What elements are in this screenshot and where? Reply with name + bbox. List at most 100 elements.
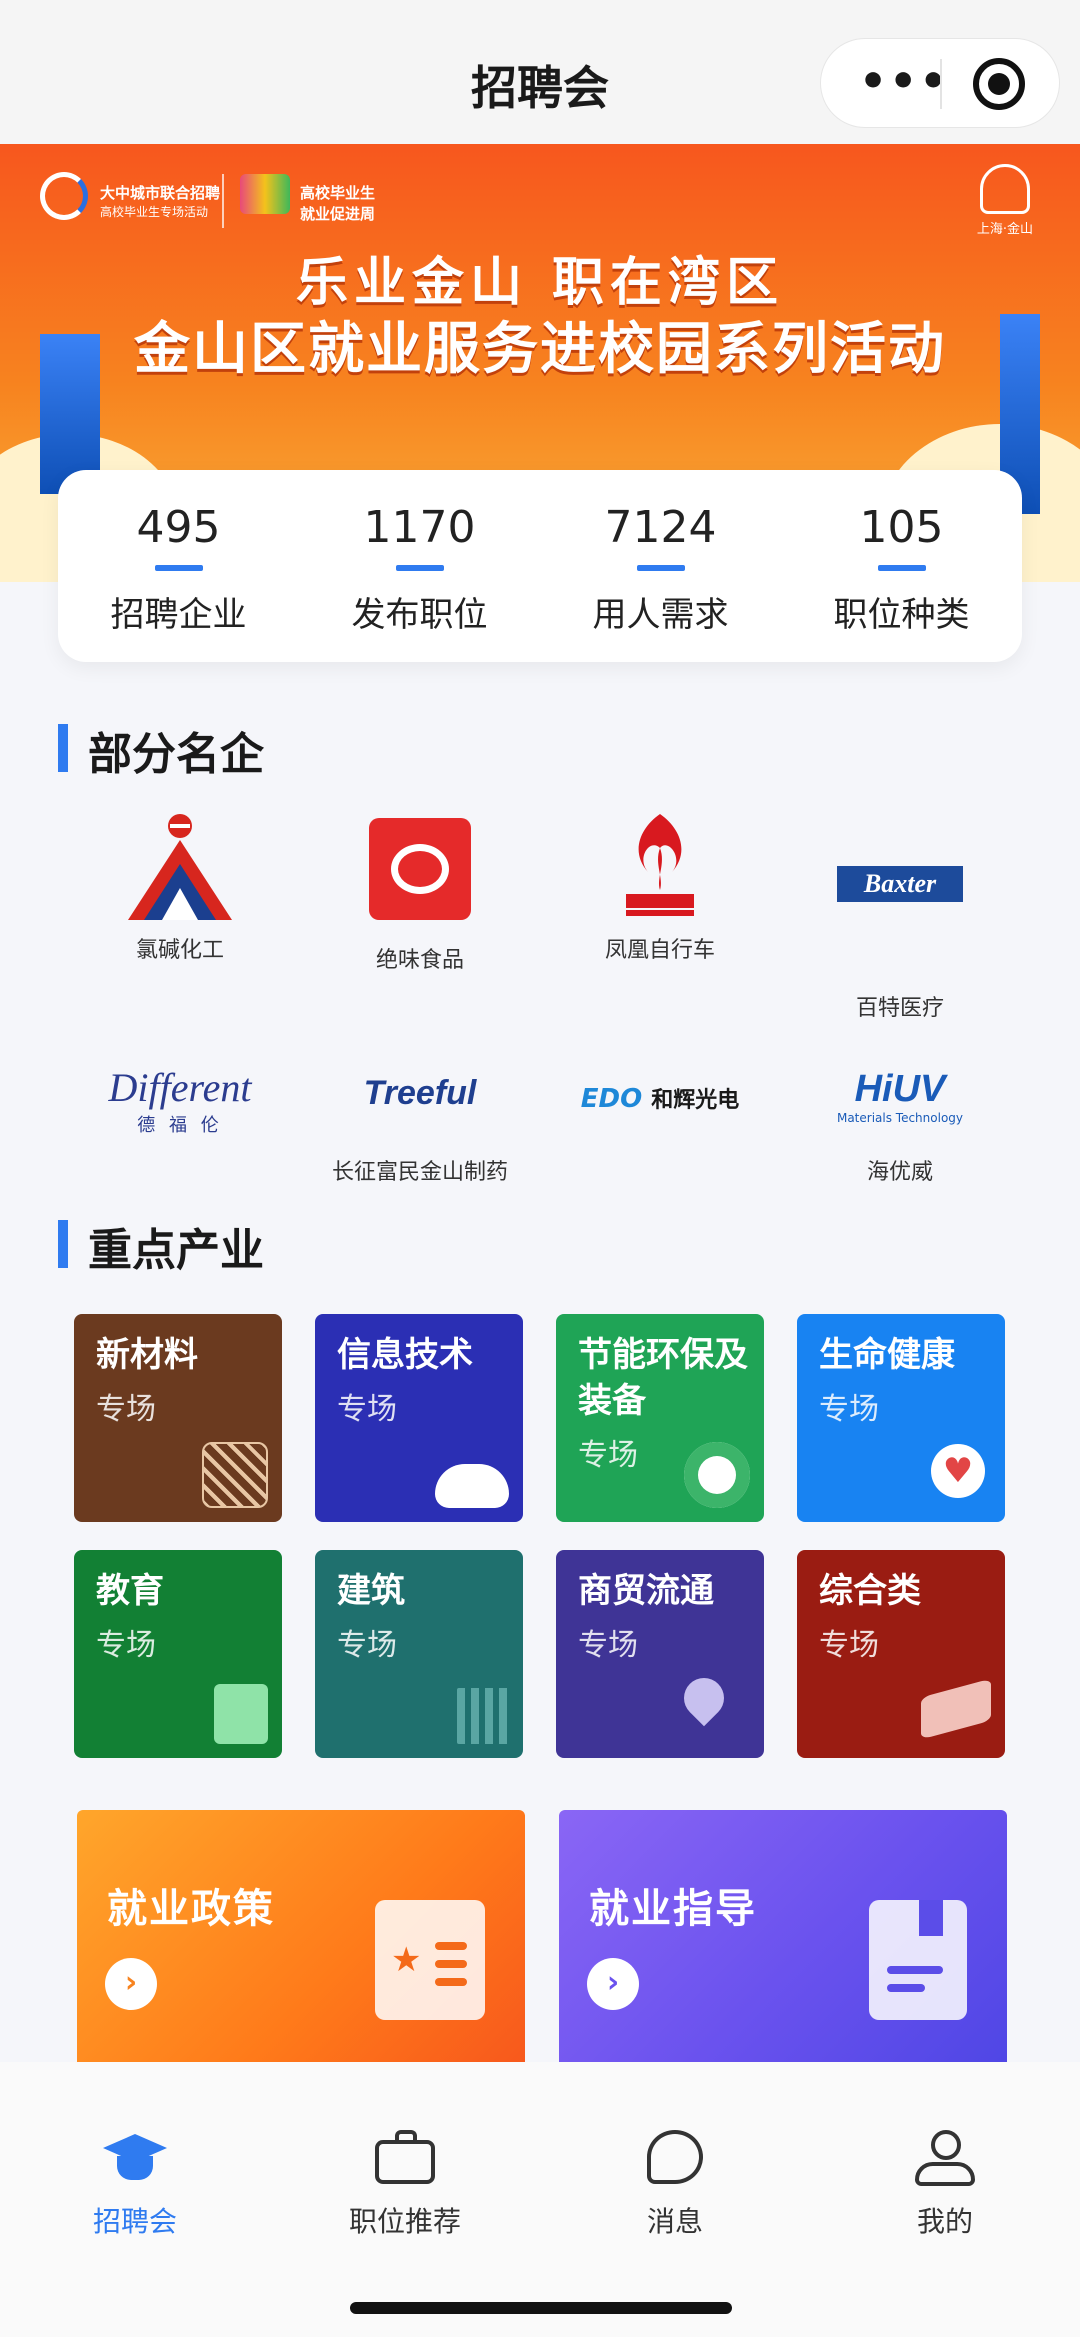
layers-icon: [921, 1678, 991, 1740]
tab-label: 我的: [916, 2205, 973, 2238]
company-item[interactable]: Treeful 长征富民金山制药: [300, 1030, 540, 1186]
industry-tile-education[interactable]: 教育 专场: [74, 1550, 282, 1758]
employment-policy-card[interactable]: 就业政策 › ★: [77, 1810, 525, 2068]
org2-subtitle: 就业促进周: [300, 205, 376, 223]
stat-positions[interactable]: 1170 发布职位: [299, 470, 540, 662]
tile-subtitle: 专场: [96, 1628, 156, 1663]
capsule-divider: [940, 59, 942, 109]
location-pin-icon: [675, 1669, 733, 1727]
tab-job-fair[interactable]: 招聘会: [0, 2130, 270, 2240]
heart-plus-icon: ♥: [931, 1444, 985, 1498]
stat-demand[interactable]: 7124 用人需求: [540, 470, 781, 662]
employment-guide-card[interactable]: 就业指导 ›: [559, 1810, 1007, 2068]
chevron-right-icon[interactable]: ›: [587, 1958, 639, 2010]
sail-icon: [980, 164, 1030, 214]
industry-tile-general[interactable]: 综合类 专场: [797, 1550, 1005, 1758]
company-name: 百特医疗: [855, 996, 944, 1021]
stat-value: 105: [859, 502, 944, 553]
tab-label: 消息: [646, 2205, 703, 2238]
industry-tile-construction[interactable]: 建筑 专场: [315, 1550, 523, 1758]
tile-title: 商贸流通: [578, 1571, 714, 1611]
baxter-wordmark: Baxter: [837, 866, 963, 902]
tile-title: 新材料: [96, 1335, 198, 1375]
edo-logo: EDO 和辉光电: [540, 1030, 780, 1154]
industry-tile-it[interactable]: 信息技术 专场: [315, 1314, 523, 1522]
juewei-logo: [300, 818, 540, 942]
tile-subtitle: 专场: [96, 1392, 156, 1427]
chlor-alkali-logo: [60, 808, 300, 932]
home-indicator[interactable]: [350, 2302, 732, 2314]
company-item[interactable]: EDO 和辉光电: [540, 1030, 780, 1154]
tab-messages[interactable]: 消息: [540, 2130, 810, 2240]
material-grid-icon: [202, 1442, 268, 1508]
edo-subtext: 和辉光电: [651, 1088, 740, 1113]
globe-leaf-icon: [684, 1442, 750, 1508]
stat-label: 职位种类: [833, 595, 970, 635]
company-name: 氯碱化工: [135, 938, 224, 963]
company-item[interactable]: Baxter 百特医疗: [780, 808, 1020, 1022]
tab-job-recommend[interactable]: 职位推荐: [270, 2130, 540, 2240]
tile-subtitle: 专场: [578, 1438, 638, 1473]
org2-title: 高校毕业生: [300, 184, 376, 202]
stat-value: 495: [136, 502, 221, 553]
card-title: 就业指导: [589, 1886, 757, 1932]
more-menu-icon[interactable]: •••: [859, 60, 949, 104]
edo-wordmark: EDO: [580, 1084, 643, 1114]
chevron-right-icon[interactable]: ›: [105, 1958, 157, 2010]
tile-title: 建筑: [337, 1571, 405, 1611]
industry-tile-life-health[interactable]: 生命健康 专场 ♥: [797, 1314, 1005, 1522]
mini-program-capsule: •••: [820, 38, 1060, 128]
hiuv-wordmark: HiUV: [854, 1068, 946, 1110]
stat-label: 招聘企业: [110, 595, 247, 635]
company-item[interactable]: 绝味食品: [300, 808, 540, 974]
tab-label: 招聘会: [92, 2205, 177, 2238]
joint-recruitment-logo: [40, 172, 88, 220]
company-name: 凤凰自行车: [604, 938, 715, 963]
stat-underline: [636, 565, 685, 571]
card-title: 就业政策: [107, 1886, 275, 1932]
company-item[interactable]: 氯碱化工: [60, 808, 300, 964]
banner-divider: [222, 174, 224, 228]
briefcase-icon: [373, 2130, 437, 2188]
company-item[interactable]: HiUV Materials Technology 海优威: [780, 1030, 1020, 1186]
tile-title: 信息技术: [337, 1335, 473, 1375]
treeful-wordmark: Treeful: [363, 1074, 477, 1112]
stat-underline: [395, 565, 444, 571]
tile-title: 教育: [96, 1571, 164, 1611]
org2-label: 高校毕业生 就业促进周: [300, 182, 375, 224]
org1-title: 大中城市联合招聘: [100, 184, 221, 202]
company-name: 长征富民金山制药: [331, 1160, 508, 1185]
tile-subtitle: 专场: [819, 1392, 879, 1427]
company-item[interactable]: Different 德 福 伦: [60, 1030, 300, 1154]
tile-subtitle: 专场: [578, 1628, 638, 1663]
org1-label: 大中城市联合招聘 高校毕业生专场活动: [100, 182, 220, 220]
stat-job-types[interactable]: 105 职位种类: [781, 470, 1022, 662]
industry-tile-new-materials[interactable]: 新材料 专场: [74, 1314, 282, 1522]
stat-companies[interactable]: 495 招聘企业: [58, 470, 299, 662]
org1-subtitle: 高校毕业生专场活动: [100, 205, 209, 219]
baxter-logo: Baxter: [780, 866, 1020, 990]
company-item[interactable]: 凤凰自行车: [540, 808, 780, 964]
bottom-tab-bar: 招聘会 职位推荐 消息 我的: [0, 2062, 1080, 2337]
different-wordmark: Different: [108, 1065, 252, 1110]
industry-tile-trade[interactable]: 商贸流通 专场: [556, 1550, 764, 1758]
company-name: 海优威: [866, 1160, 933, 1185]
tab-profile[interactable]: 我的: [810, 2130, 1080, 2240]
stat-value: 7124: [604, 502, 717, 553]
stat-underline: [154, 565, 203, 571]
stat-value: 1170: [363, 502, 476, 553]
stat-label: 发布职位: [351, 595, 488, 635]
policy-book-icon: ★: [375, 1900, 485, 2020]
phoenix-logo: [540, 808, 780, 932]
tile-subtitle: 专场: [819, 1628, 879, 1663]
industry-tile-green-energy[interactable]: 节能环保及装备 专场: [556, 1314, 764, 1522]
user-icon: [913, 2130, 977, 2188]
banner-headline: 金山区就业服务进校园系列活动: [134, 317, 946, 382]
industry-section-title: 重点产业: [58, 1214, 264, 1278]
tile-title: 节能环保及装备: [578, 1335, 748, 1421]
navigation-bar: 招聘会 •••: [0, 0, 1080, 144]
different-logo: Different 德 福 伦: [60, 1030, 300, 1154]
close-miniprogram-icon[interactable]: [973, 58, 1025, 110]
stats-card: 495 招聘企业 1170 发布职位 7124 用人需求 105 职位种类: [58, 470, 1022, 662]
stat-underline: [877, 565, 926, 571]
